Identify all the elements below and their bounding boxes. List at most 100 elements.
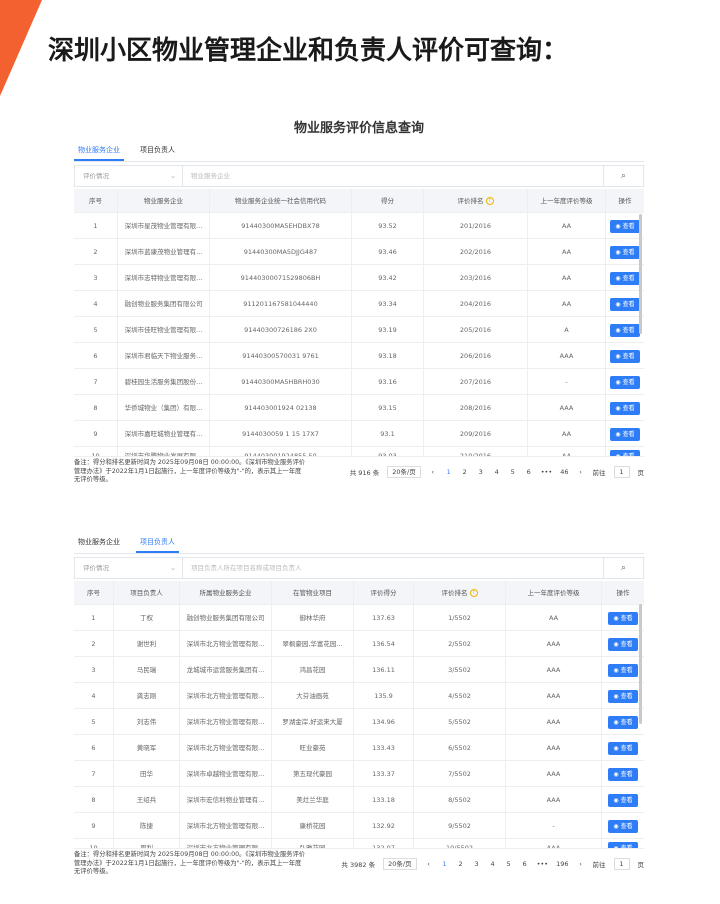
rating-filter-select[interactable]: 评价情况 ⌄ bbox=[75, 558, 183, 578]
cell-value: 龙城城市运营服务集团有... bbox=[186, 666, 265, 674]
table-footer: 备注：得分和排名更新时间为 2025年09月08日 00:00:00。《深圳市物… bbox=[74, 851, 644, 877]
view-button[interactable]: ◉ 查看 bbox=[608, 716, 638, 729]
table-cell: 深圳市卓越物业管理有限... bbox=[180, 761, 272, 786]
rating-filter-select[interactable]: 评价情况 ⌄ bbox=[75, 166, 183, 186]
table-cell: 深圳市君临天下物业服务... bbox=[118, 343, 210, 368]
page-number[interactable]: 4 bbox=[493, 468, 501, 476]
chevron-down-icon: ⌄ bbox=[170, 172, 176, 180]
view-button[interactable]: ◉ 查看 bbox=[608, 612, 638, 625]
view-button[interactable]: ◉ 查看 bbox=[610, 246, 640, 259]
view-button[interactable]: ◉ 查看 bbox=[610, 428, 640, 441]
scrollbar[interactable] bbox=[639, 214, 642, 334]
table-cell: 1 bbox=[74, 605, 114, 630]
view-button-label: 查看 bbox=[622, 405, 635, 412]
view-button[interactable]: ◉ 查看 bbox=[608, 842, 638, 848]
cell-value: 深圳市嘉旺城物业管理有... bbox=[124, 430, 203, 438]
view-button[interactable]: ◉ 查看 bbox=[610, 450, 640, 456]
column-header-label: 项目负责人 bbox=[130, 589, 163, 597]
table-row: 4 龚志刚 深圳市北方物业管理有限... 大芬油画苑 135.9 4/5502 AAA ◉ 查… bbox=[74, 683, 644, 709]
prev-page-button[interactable]: ‹ bbox=[429, 468, 437, 476]
view-button[interactable]: ◉ 查看 bbox=[608, 664, 638, 677]
cell-value: 大芬油画苑 bbox=[296, 692, 329, 700]
page-number[interactable]: 4 bbox=[489, 860, 497, 868]
tab-bar: 物业服务企业 项目负责人 bbox=[74, 532, 644, 554]
page-number[interactable]: ••• bbox=[537, 860, 549, 868]
table-row: 6 深圳市君临天下物业服务... 91440300570031 9761 93.18 2… bbox=[74, 343, 644, 369]
view-button[interactable]: ◉ 查看 bbox=[610, 324, 640, 337]
page-size-select[interactable]: 20条/页 bbox=[387, 466, 421, 478]
page-number[interactable]: 6 bbox=[521, 860, 529, 868]
table-header: 序号 物业服务企业 物业服务企业统一社会信用代码 得分 评价排名? 上一年度评价等级 操作 bbox=[74, 189, 644, 213]
page-size-select[interactable]: 20条/页 bbox=[383, 858, 417, 870]
next-page-button[interactable]: › bbox=[577, 860, 585, 868]
goto-page-input[interactable]: 1 bbox=[613, 858, 630, 870]
goto-page-input[interactable]: 1 bbox=[613, 466, 630, 478]
question-icon[interactable]: ? bbox=[485, 197, 494, 205]
search-button[interactable]: ⌕ bbox=[603, 558, 643, 578]
view-button[interactable]: ◉ 查看 bbox=[608, 690, 638, 703]
cell-value: 1/5502 bbox=[448, 614, 471, 622]
page-number[interactable]: 1 bbox=[441, 860, 449, 868]
tab-enterprise[interactable]: 物业服务企业 bbox=[74, 140, 124, 161]
view-button[interactable]: ◉ 查看 bbox=[610, 272, 640, 285]
table-cell: AAA bbox=[528, 343, 606, 368]
table-cell: 205/2016 bbox=[424, 317, 528, 342]
tab-enterprise[interactable]: 物业服务企业 bbox=[74, 532, 124, 553]
page-number[interactable]: 3 bbox=[473, 860, 481, 868]
page-number[interactable]: 2 bbox=[461, 468, 469, 476]
cell-value: 5 bbox=[93, 326, 98, 334]
cell-value: 133.37 bbox=[372, 770, 395, 778]
view-button[interactable]: ◉ 查看 bbox=[610, 298, 640, 311]
page-number[interactable]: 196 bbox=[556, 860, 568, 868]
table-row: 2 深圳市蓝康茂物业管理有... 91440300MA5DJJG487 93.46 20… bbox=[74, 239, 644, 265]
prev-page-button[interactable]: ‹ bbox=[425, 860, 433, 868]
pagination: 共 3982 条 20条/页 ‹ 1 2 3 4 5 6 ••• 196 › 前往 1 页 bbox=[306, 851, 644, 877]
page-number[interactable]: ••• bbox=[541, 468, 553, 476]
eye-icon: ◉ bbox=[613, 745, 621, 752]
view-button[interactable]: ◉ 查看 bbox=[608, 820, 638, 833]
table-cell: 陈捷 bbox=[114, 813, 180, 838]
cell-value: 罗湖金岸,好运来大厦 bbox=[282, 718, 343, 726]
page-number[interactable]: 5 bbox=[509, 468, 517, 476]
search-button[interactable]: ⌕ bbox=[603, 166, 643, 186]
view-button-label: 查看 bbox=[622, 431, 635, 438]
table-row: 1 深圳市星茂物业管理有限... 91440300MA5EHDBX78 93.52 20… bbox=[74, 213, 644, 239]
table-cell: 8/5502 bbox=[414, 787, 506, 812]
cell-value: 93.19 bbox=[378, 326, 397, 334]
view-button[interactable]: ◉ 查看 bbox=[608, 638, 638, 651]
tab-project-manager[interactable]: 项目负责人 bbox=[136, 140, 179, 161]
search-input[interactable]: 项目负责人所在项目名称或项目负责人 bbox=[183, 558, 603, 578]
cell-value: AA bbox=[561, 222, 572, 230]
eye-icon: ◉ bbox=[615, 275, 623, 282]
cell-value: 93.03 bbox=[378, 452, 397, 456]
table-cell: 弘雅花园 bbox=[272, 839, 354, 848]
question-icon[interactable]: ? bbox=[469, 589, 478, 597]
page-number[interactable]: 6 bbox=[525, 468, 533, 476]
page-number[interactable]: 46 bbox=[560, 468, 568, 476]
view-button-label: 查看 bbox=[622, 379, 635, 386]
view-button[interactable]: ◉ 查看 bbox=[610, 376, 640, 389]
view-button-label: 查看 bbox=[620, 693, 633, 700]
scrollbar[interactable] bbox=[639, 604, 642, 724]
view-button[interactable]: ◉ 查看 bbox=[608, 768, 638, 781]
view-button[interactable]: ◉ 查看 bbox=[608, 794, 638, 807]
cell-value: 4/5502 bbox=[448, 692, 471, 700]
cell-value: 8 bbox=[91, 796, 96, 804]
view-button[interactable]: ◉ 查看 bbox=[610, 350, 640, 363]
cell-value: - bbox=[552, 822, 555, 830]
cell-value: 1 bbox=[91, 614, 96, 622]
table-row: 1 丁权 融创物业服务集团有限公司 御林华府 137.63 1/5502 AA ◉ 查看 bbox=[74, 605, 644, 631]
page-number[interactable]: 5 bbox=[505, 860, 513, 868]
column-header-label: 序号 bbox=[87, 589, 100, 597]
corner-decoration bbox=[0, 0, 42, 96]
view-button[interactable]: ◉ 查看 bbox=[610, 220, 640, 233]
page-number[interactable]: 1 bbox=[445, 468, 453, 476]
table-cell: 914403001924 02138 bbox=[210, 395, 352, 420]
tab-project-manager[interactable]: 项目负责人 bbox=[136, 532, 179, 553]
view-button[interactable]: ◉ 查看 bbox=[610, 402, 640, 415]
search-input[interactable]: 物业服务企业 bbox=[183, 166, 603, 186]
page-number[interactable]: 3 bbox=[477, 468, 485, 476]
page-number[interactable]: 2 bbox=[457, 860, 465, 868]
view-button[interactable]: ◉ 查看 bbox=[608, 742, 638, 755]
next-page-button[interactable]: › bbox=[577, 468, 585, 476]
